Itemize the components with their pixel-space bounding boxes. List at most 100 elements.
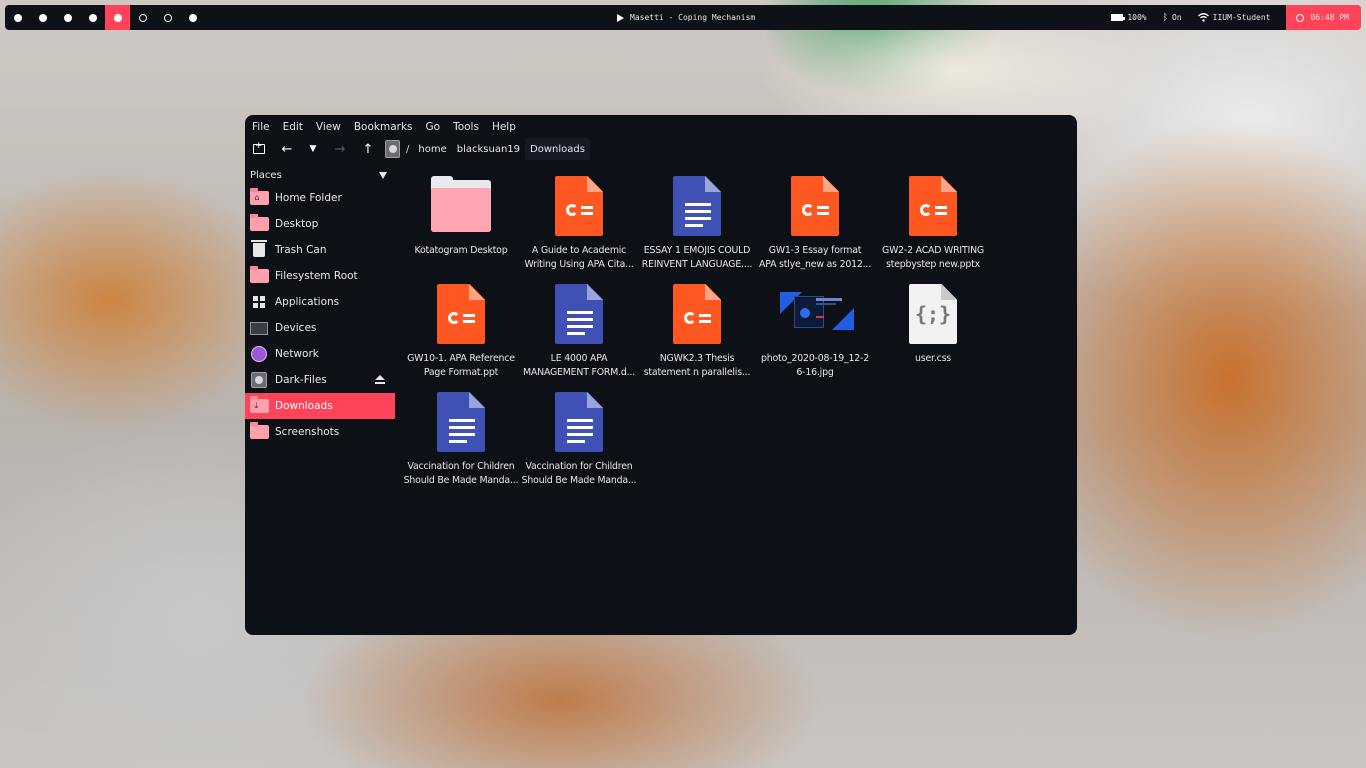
play-icon[interactable] [617, 13, 624, 22]
sidebar-item-dark-files[interactable]: Dark-Files [245, 367, 395, 393]
menu-help[interactable]: Help [492, 121, 516, 135]
file-item[interactable]: {;} user.css [874, 281, 992, 381]
sidebar-item-filesystem-root[interactable]: Filesystem Root [245, 263, 395, 289]
history-dropdown-button[interactable]: ▼ [302, 137, 324, 161]
menu-bar: File Edit View Bookmarks Go Tools Help [245, 115, 1077, 135]
menu-edit[interactable]: Edit [283, 121, 303, 135]
back-button[interactable]: ← [276, 137, 298, 161]
battery-icon [1111, 14, 1126, 21]
clock-time: 06:48 PM [1310, 13, 1349, 22]
file-name: photo_2020-08-19_12-2 6-16.jpg [761, 353, 869, 378]
arrow-right-icon: → [334, 141, 346, 157]
drive-icon [251, 372, 267, 388]
breadcrumb-user[interactable]: blacksuan19 [452, 138, 525, 160]
applications-icon [253, 296, 265, 308]
sidebar-item-label: Desktop [275, 218, 319, 230]
file-name: GW10-1. APA Reference Page Format.ppt [407, 353, 515, 378]
workspace-6[interactable] [130, 5, 155, 30]
forward-button[interactable]: → [329, 137, 351, 161]
clock-icon [1296, 13, 1305, 22]
downloads-folder-icon: ⤓ [249, 396, 269, 413]
arrow-left-icon: ← [281, 141, 293, 157]
drive-icon[interactable] [385, 140, 400, 158]
workspace-7[interactable] [155, 5, 180, 30]
places-header[interactable]: Places [245, 165, 395, 185]
eject-icon[interactable] [375, 375, 385, 385]
file-name: LE 4000 APA MANAGEMENT FORM.d... [523, 353, 635, 378]
file-name: NGWK2.3 Thesis statement n parallelis... [643, 353, 751, 378]
file-manager-window: File Edit View Bookmarks Go Tools Help ←… [245, 115, 1077, 635]
sidebar-item-home-folder[interactable]: ⌂ Home Folder [245, 185, 395, 211]
new-tab-icon [253, 141, 265, 154]
breadcrumb: / home blacksuan19 Downloads [385, 137, 590, 161]
file-name: ESSAY 1 EMOJIS COULD REINVENT LANGUAGE...… [641, 245, 753, 270]
sidebar-item-trash[interactable]: Trash Can [245, 237, 395, 263]
now-playing[interactable]: Masetti - Coping Mechanism [617, 5, 755, 30]
breadcrumb-home[interactable]: home [413, 138, 451, 160]
menu-view[interactable]: View [316, 121, 341, 135]
breadcrumb-downloads[interactable]: Downloads [525, 138, 590, 160]
monitor-icon [250, 321, 268, 335]
sidebar-item-devices[interactable]: Devices [245, 315, 395, 341]
sidebar-item-applications[interactable]: Applications [245, 289, 395, 315]
now-playing-title: Masetti - Coping Mechanism [630, 13, 756, 22]
menu-tools[interactable]: Tools [453, 121, 479, 135]
up-button[interactable]: ↑ [357, 137, 379, 161]
file-name: GW2-2 ACAD WRITING stepbystep new.pptx [882, 245, 984, 270]
file-item[interactable]: Vaccination for Children Should Be Made M… [402, 389, 520, 489]
network-icon [251, 346, 267, 362]
screenshots-folder-icon [249, 422, 269, 439]
file-item[interactable]: GW10-1. APA Reference Page Format.ppt [402, 281, 520, 381]
sidebar-item-label: Applications [275, 296, 340, 308]
top-panel: Masetti - Coping Mechanism 100% ᛒ On IIU… [5, 5, 1361, 30]
workspace-3[interactable] [55, 5, 80, 30]
bluetooth-icon: ᛒ [1162, 12, 1169, 23]
sidebar-item-label: Screenshots [275, 426, 340, 438]
file-name: GW1-3 Essay format APA stlye_new as 2012.… [759, 245, 871, 270]
workspace-1[interactable] [5, 5, 30, 30]
places-sidebar: Places ⌂ Home Folder Desktop Trash Can F… [245, 165, 395, 445]
sidebar-item-desktop[interactable]: Desktop [245, 211, 395, 237]
workspace-8[interactable] [180, 5, 205, 30]
bluetooth-indicator[interactable]: ᛒ On [1163, 13, 1182, 23]
status-area: 100% ᛒ On IIUM-Student 06:48 PM [1111, 5, 1361, 30]
file-name: Kotatogram Desktop [414, 245, 508, 256]
file-item[interactable]: Vaccination for Children Should Be Made M… [520, 389, 638, 489]
root-folder-icon [249, 266, 269, 283]
chevron-down-icon[interactable] [379, 171, 387, 179]
sidebar-item-screenshots[interactable]: Screenshots [245, 419, 395, 445]
sidebar-item-label: Downloads [275, 400, 333, 412]
menu-file[interactable]: File [252, 121, 270, 135]
sidebar-item-downloads[interactable]: ⤓ Downloads [245, 393, 395, 419]
new-tab-button[interactable] [248, 137, 270, 161]
workspace-switcher [5, 5, 205, 30]
sidebar-item-network[interactable]: Network [245, 341, 395, 367]
workspace-4[interactable] [80, 5, 105, 30]
file-item[interactable]: Kotatogram Desktop [402, 173, 520, 273]
workspace-5-active[interactable] [105, 5, 130, 30]
battery-indicator[interactable]: 100% [1111, 13, 1147, 22]
file-item[interactable]: GW1-3 Essay format APA stlye_new as 2012.… [756, 173, 874, 273]
chevron-down-icon: ▼ [309, 144, 317, 154]
battery-level: 100% [1127, 13, 1147, 22]
desktop-folder-icon [249, 214, 269, 231]
sidebar-item-label: Filesystem Root [275, 270, 358, 282]
breadcrumb-root-separator: / [406, 143, 410, 155]
file-item[interactable]: LE 4000 APA MANAGEMENT FORM.d... [520, 281, 638, 381]
menu-bookmarks[interactable]: Bookmarks [354, 121, 413, 135]
image-thumbnail [780, 292, 854, 332]
sidebar-item-label: Devices [275, 322, 317, 334]
file-item[interactable]: photo_2020-08-19_12-2 6-16.jpg [756, 281, 874, 381]
file-item[interactable]: A Guide to Academic Writing Using APA Cit… [520, 173, 638, 273]
file-item[interactable]: GW2-2 ACAD WRITING stepbystep new.pptx [874, 173, 992, 273]
file-name: Vaccination for Children Should Be Made M… [521, 461, 637, 486]
file-name: user.css [915, 353, 951, 364]
menu-go[interactable]: Go [426, 121, 441, 135]
workspace-2[interactable] [30, 5, 55, 30]
bluetooth-status: On [1172, 13, 1182, 22]
wifi-indicator[interactable]: IIUM-Student [1197, 13, 1270, 22]
file-item[interactable]: NGWK2.3 Thesis statement n parallelis... [638, 281, 756, 381]
file-item[interactable]: ESSAY 1 EMOJIS COULD REINVENT LANGUAGE...… [638, 173, 756, 273]
clock[interactable]: 06:48 PM [1286, 5, 1361, 30]
file-name: Vaccination for Children Should Be Made M… [403, 461, 519, 486]
